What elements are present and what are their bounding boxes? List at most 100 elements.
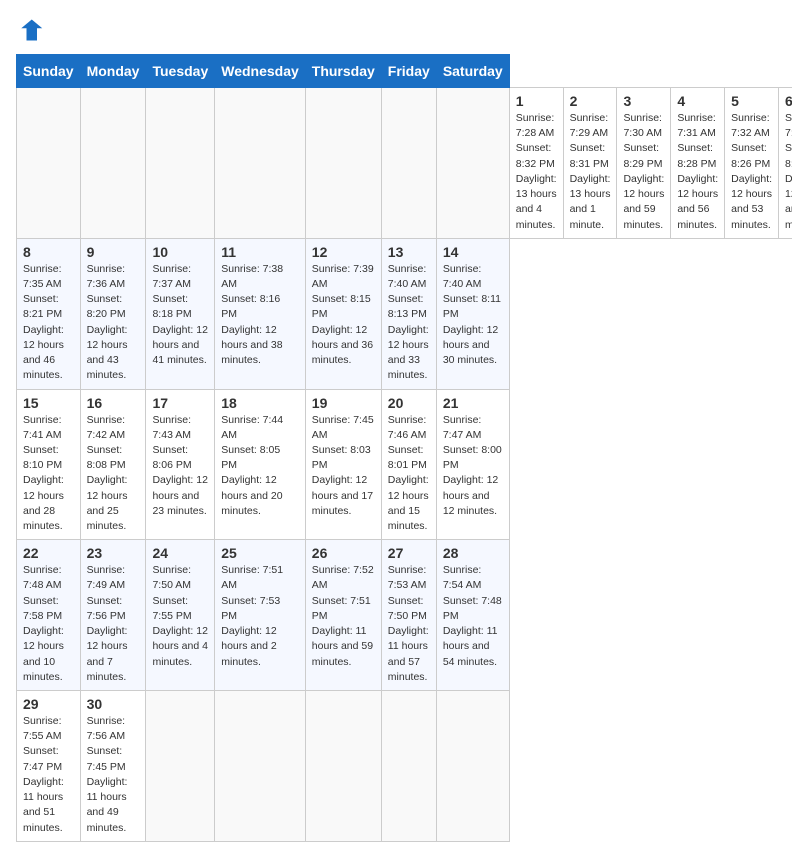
calendar-day-cell: 12 Sunrise: 7:39 AMSunset: 8:15 PMDayligh…	[305, 238, 381, 389]
day-info: Sunrise: 7:36 AMSunset: 8:20 PMDaylight:…	[87, 263, 128, 382]
day-number: 27	[388, 545, 430, 561]
calendar-empty-cell	[305, 88, 381, 239]
day-info: Sunrise: 7:30 AMSunset: 8:29 PMDaylight:…	[623, 112, 664, 231]
day-info: Sunrise: 7:56 AMSunset: 7:45 PMDaylight:…	[87, 715, 128, 834]
day-info: Sunrise: 7:41 AMSunset: 8:10 PMDaylight:…	[23, 414, 64, 533]
calendar-day-cell: 29 Sunrise: 7:55 AMSunset: 7:47 PMDayligh…	[17, 691, 81, 842]
calendar-day-cell: 5 Sunrise: 7:32 AMSunset: 8:26 PMDaylight…	[725, 88, 779, 239]
day-header-monday: Monday	[80, 55, 146, 88]
day-info: Sunrise: 7:37 AMSunset: 8:18 PMDaylight:…	[152, 263, 207, 366]
day-number: 13	[388, 244, 430, 260]
day-info: Sunrise: 7:54 AMSunset: 7:48 PMDaylight:…	[443, 564, 502, 667]
day-header-friday: Friday	[381, 55, 436, 88]
day-number: 24	[152, 545, 208, 561]
page-header	[16, 16, 776, 44]
day-number: 9	[87, 244, 140, 260]
day-number: 18	[221, 395, 299, 411]
calendar-week-3: 15 Sunrise: 7:41 AMSunset: 8:10 PMDayligh…	[17, 389, 792, 540]
day-info: Sunrise: 7:38 AMSunset: 8:16 PMDaylight:…	[221, 263, 283, 366]
day-number: 1	[516, 93, 557, 109]
calendar-week-1: 1Sunrise: 7:28 AMSunset: 8:32 PMDaylight…	[17, 88, 792, 239]
day-header-wednesday: Wednesday	[215, 55, 306, 88]
day-info: Sunrise: 7:29 AMSunset: 8:31 PMDaylight:…	[570, 112, 611, 231]
calendar-empty-cell	[146, 88, 215, 239]
calendar-empty-cell	[381, 88, 436, 239]
day-number: 4	[677, 93, 718, 109]
calendar-day-cell: 23 Sunrise: 7:49 AMSunset: 7:56 PMDayligh…	[80, 540, 146, 691]
calendar-day-cell: 19 Sunrise: 7:45 AMSunset: 8:03 PMDayligh…	[305, 389, 381, 540]
day-number: 14	[443, 244, 503, 260]
calendar-day-cell: 10 Sunrise: 7:37 AMSunset: 8:18 PMDayligh…	[146, 238, 215, 389]
day-number: 26	[312, 545, 375, 561]
calendar-day-cell: 27 Sunrise: 7:53 AMSunset: 7:50 PMDayligh…	[381, 540, 436, 691]
day-number: 15	[23, 395, 74, 411]
calendar-empty-cell	[17, 88, 81, 239]
day-number: 3	[623, 93, 664, 109]
day-number: 30	[87, 696, 140, 712]
day-number: 22	[23, 545, 74, 561]
day-info: Sunrise: 7:48 AMSunset: 7:58 PMDaylight:…	[23, 564, 64, 683]
calendar-day-cell: 1Sunrise: 7:28 AMSunset: 8:32 PMDaylight…	[509, 88, 563, 239]
day-info: Sunrise: 7:40 AMSunset: 8:13 PMDaylight:…	[388, 263, 429, 382]
day-info: Sunrise: 7:32 AMSunset: 8:26 PMDaylight:…	[731, 112, 772, 231]
calendar-day-cell: 25 Sunrise: 7:51 AMSunset: 7:53 PMDayligh…	[215, 540, 306, 691]
calendar-week-2: 8 Sunrise: 7:35 AMSunset: 8:21 PMDaylight…	[17, 238, 792, 389]
day-info: Sunrise: 7:40 AMSunset: 8:11 PMDaylight:…	[443, 263, 501, 366]
day-number: 19	[312, 395, 375, 411]
calendar-day-cell: 16Sunrise: 7:42 AMSunset: 8:08 PMDayligh…	[80, 389, 146, 540]
day-info: Sunrise: 7:55 AMSunset: 7:47 PMDaylight:…	[23, 715, 64, 834]
calendar-day-cell: 13 Sunrise: 7:40 AMSunset: 8:13 PMDayligh…	[381, 238, 436, 389]
day-number: 16	[87, 395, 140, 411]
calendar-day-cell: 11 Sunrise: 7:38 AMSunset: 8:16 PMDayligh…	[215, 238, 306, 389]
day-info: Sunrise: 7:46 AMSunset: 8:01 PMDaylight:…	[388, 414, 429, 533]
day-number: 2	[570, 93, 611, 109]
day-number: 12	[312, 244, 375, 260]
calendar-empty-cell	[146, 691, 215, 842]
calendar-empty-cell	[305, 691, 381, 842]
day-number: 10	[152, 244, 208, 260]
calendar-week-4: 22 Sunrise: 7:48 AMSunset: 7:58 PMDayligh…	[17, 540, 792, 691]
calendar-day-cell: 18 Sunrise: 7:44 AMSunset: 8:05 PMDayligh…	[215, 389, 306, 540]
calendar-empty-cell	[215, 691, 306, 842]
calendar-empty-cell	[436, 691, 509, 842]
calendar-day-cell: 24 Sunrise: 7:50 AMSunset: 7:55 PMDayligh…	[146, 540, 215, 691]
calendar-day-cell: 26 Sunrise: 7:52 AMSunset: 7:51 PMDayligh…	[305, 540, 381, 691]
day-info: Sunrise: 7:44 AMSunset: 8:05 PMDaylight:…	[221, 414, 283, 517]
calendar-day-cell: 3 Sunrise: 7:30 AMSunset: 8:29 PMDaylight…	[617, 88, 671, 239]
day-info: Sunrise: 7:35 AMSunset: 8:21 PMDaylight:…	[23, 263, 64, 382]
calendar-empty-cell	[80, 88, 146, 239]
logo-icon	[16, 16, 44, 44]
calendar-header-row: SundayMondayTuesdayWednesdayThursdayFrid…	[17, 55, 792, 88]
day-info: Sunrise: 7:53 AMSunset: 7:50 PMDaylight:…	[388, 564, 429, 683]
calendar-body: 1Sunrise: 7:28 AMSunset: 8:32 PMDaylight…	[17, 88, 792, 842]
day-info: Sunrise: 7:31 AMSunset: 8:28 PMDaylight:…	[677, 112, 718, 231]
day-number: 23	[87, 545, 140, 561]
day-info: Sunrise: 7:52 AMSunset: 7:51 PMDaylight:…	[312, 564, 374, 667]
day-number: 17	[152, 395, 208, 411]
calendar-day-cell: 14 Sunrise: 7:40 AMSunset: 8:11 PMDayligh…	[436, 238, 509, 389]
calendar-week-5: 29 Sunrise: 7:55 AMSunset: 7:47 PMDayligh…	[17, 691, 792, 842]
calendar-day-cell: 2 Sunrise: 7:29 AMSunset: 8:31 PMDaylight…	[563, 88, 617, 239]
day-number: 8	[23, 244, 74, 260]
day-number: 11	[221, 244, 299, 260]
calendar-day-cell: 21Sunrise: 7:47 AMSunset: 8:00 PMDayligh…	[436, 389, 509, 540]
day-number: 29	[23, 696, 74, 712]
calendar-day-cell: 15 Sunrise: 7:41 AMSunset: 8:10 PMDayligh…	[17, 389, 81, 540]
day-info: Sunrise: 7:49 AMSunset: 7:56 PMDaylight:…	[87, 564, 128, 683]
day-info: Sunrise: 7:39 AMSunset: 8:15 PMDaylight:…	[312, 263, 374, 366]
day-info: Sunrise: 7:43 AMSunset: 8:06 PMDaylight:…	[152, 414, 207, 517]
day-info: Sunrise: 7:33 AMSunset: 8:24 PMDaylight:…	[785, 112, 792, 231]
day-header-thursday: Thursday	[305, 55, 381, 88]
day-info: Sunrise: 7:51 AMSunset: 7:53 PMDaylight:…	[221, 564, 283, 667]
day-header-saturday: Saturday	[436, 55, 509, 88]
calendar-empty-cell	[215, 88, 306, 239]
day-number: 5	[731, 93, 772, 109]
day-number: 28	[443, 545, 503, 561]
day-header-sunday: Sunday	[17, 55, 81, 88]
calendar-day-cell: 4 Sunrise: 7:31 AMSunset: 8:28 PMDaylight…	[671, 88, 725, 239]
day-number: 25	[221, 545, 299, 561]
day-number: 21	[443, 395, 503, 411]
day-info: Sunrise: 7:50 AMSunset: 7:55 PMDaylight:…	[152, 564, 207, 667]
calendar-table: SundayMondayTuesdayWednesdayThursdayFrid…	[16, 54, 792, 842]
day-info: Sunrise: 7:45 AMSunset: 8:03 PMDaylight:…	[312, 414, 374, 517]
